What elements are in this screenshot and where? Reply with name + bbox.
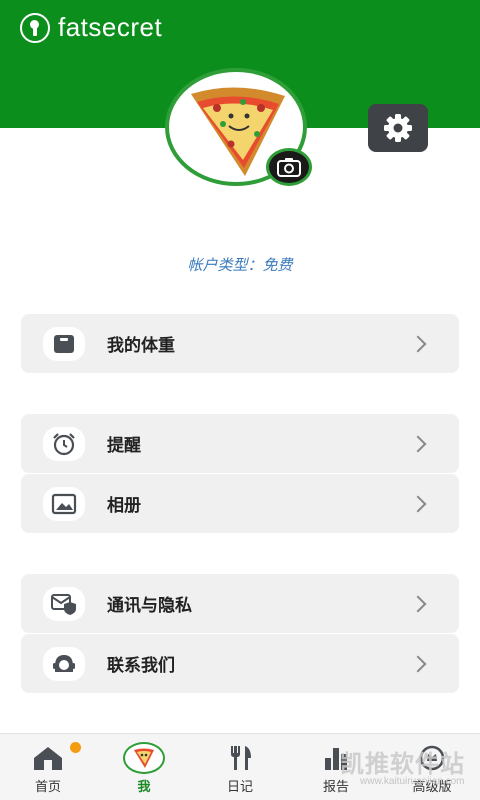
menu-item-label: 我的体重 <box>107 336 175 356</box>
camera-icon <box>277 158 301 177</box>
scale-icon <box>43 326 85 361</box>
menu-item-label: 相册 <box>107 496 141 516</box>
premium-icon <box>419 745 445 771</box>
image-icon <box>43 486 85 521</box>
mail-shield-icon <box>43 586 85 621</box>
menu-item-privacy[interactable]: 通讯与隐私 <box>21 574 459 633</box>
tab-diary[interactable]: 日记 <box>192 734 288 800</box>
change-photo-button[interactable] <box>266 148 312 186</box>
menu-item-label: 联系我们 <box>107 656 175 676</box>
menu-item-contact[interactable]: 联系我们 <box>21 634 459 693</box>
menu-item-album[interactable]: 相册 <box>21 474 459 533</box>
brand-name: fatsecret <box>58 12 163 42</box>
tab-label: 首页 <box>34 780 61 795</box>
chevron-right-icon <box>409 335 427 352</box>
brand-logo: fatsecret <box>20 12 162 43</box>
bottom-tab-bar: 首页 我 日记 报告 高级版 <box>0 733 480 800</box>
menu-item-weight[interactable]: 我的体重 <box>21 314 459 373</box>
home-icon <box>34 747 62 770</box>
gear-icon <box>384 114 412 142</box>
chevron-right-icon <box>409 655 427 672</box>
tab-label: 高级版 <box>412 780 452 795</box>
tab-home[interactable]: 首页 <box>0 734 96 800</box>
menu-item-label: 通讯与隐私 <box>107 596 192 616</box>
pizza-avatar-icon <box>123 742 165 774</box>
account-type-label: 帐户类型：免费 <box>187 256 293 274</box>
chevron-right-icon <box>409 495 427 512</box>
chevron-right-icon <box>409 435 427 452</box>
chevron-right-icon <box>409 595 427 612</box>
settings-button[interactable] <box>368 104 428 152</box>
notification-dot <box>70 742 81 753</box>
tab-label: 日记 <box>226 780 253 795</box>
menu-item-reminders[interactable]: 提醒 <box>21 414 459 473</box>
bar-chart-icon <box>325 748 347 770</box>
support-agent-icon <box>43 646 85 681</box>
fork-knife-icon <box>231 746 251 770</box>
keyhole-logo-icon <box>20 12 50 43</box>
tab-me[interactable]: 我 <box>96 734 192 800</box>
tab-label: 我 <box>137 780 151 795</box>
tab-premium[interactable]: 高级版 <box>384 734 480 800</box>
tab-reports[interactable]: 报告 <box>288 734 384 800</box>
menu-item-label: 提醒 <box>107 436 141 456</box>
tab-label: 报告 <box>322 780 349 795</box>
alarm-clock-icon <box>43 426 85 461</box>
